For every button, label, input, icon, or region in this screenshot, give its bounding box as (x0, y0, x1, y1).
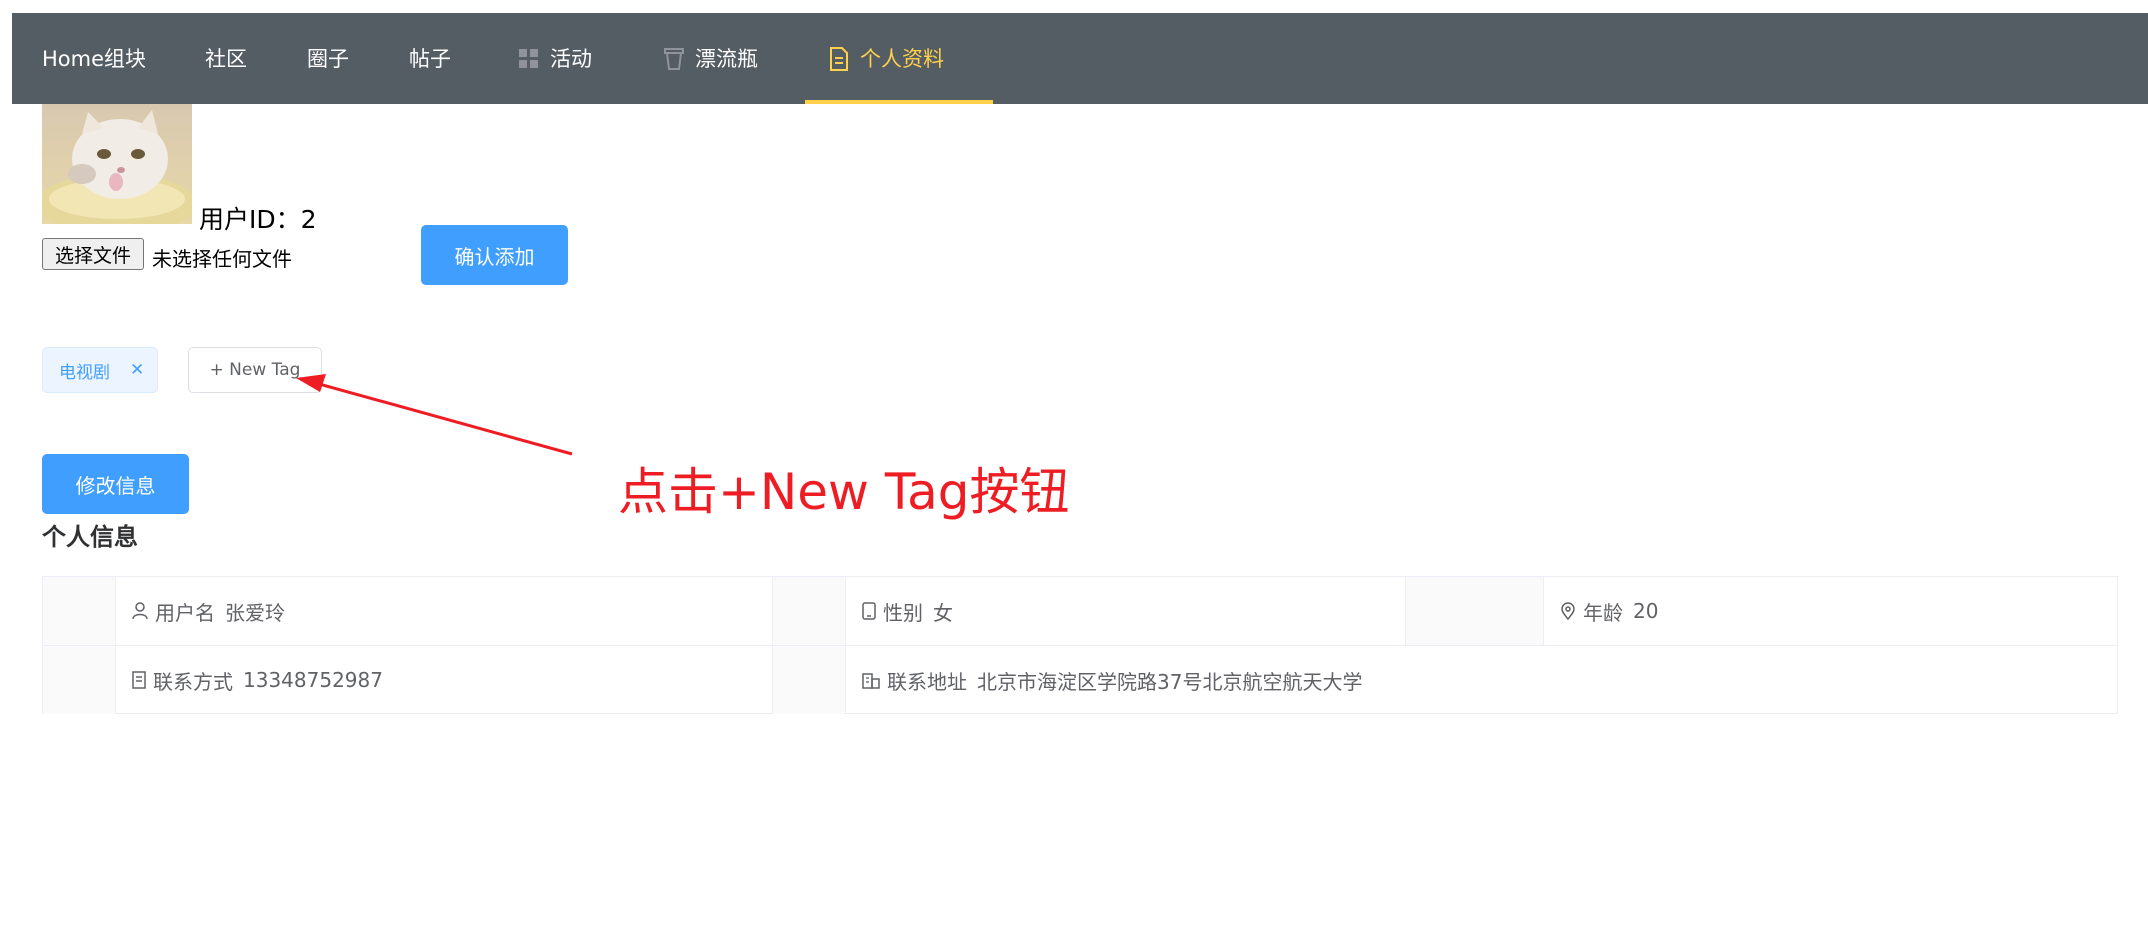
cell-label: 年龄 (1583, 600, 1623, 625)
cell-value: 张爱玲 (225, 600, 285, 625)
location-icon (1560, 602, 1576, 620)
cell-value: 北京市海淀区学院路37号北京航空航天大学 (977, 669, 1363, 694)
cell-label: 性别 (883, 600, 923, 625)
cell-value: 20 (1633, 599, 1659, 623)
annotation-text: 点击+New Tag按钮 (618, 463, 1070, 521)
table-label-cell (43, 646, 116, 714)
personal-info-table: 用户名 张爱玲 性别 女 年龄 20 联系方式 13348752987 联系地址… (42, 576, 2118, 714)
table-label-cell (1406, 577, 1544, 646)
cell-value: 13348752987 (243, 668, 383, 692)
tickets-icon (132, 671, 146, 689)
table-cell-address: 联系地址 北京市海淀区学院路37号北京航空航天大学 (846, 646, 2117, 714)
cell-label: 联系方式 (153, 669, 233, 694)
table-label-cell (773, 577, 846, 646)
table-cell-contact: 联系方式 13348752987 (116, 646, 773, 714)
table-cell-gender: 性别 女 (846, 577, 1406, 646)
table-label-cell (773, 646, 846, 714)
office-building-icon (862, 671, 880, 689)
edit-info-button[interactable]: 修改信息 (42, 454, 189, 514)
table-cell-username: 用户名 张爱玲 (116, 577, 773, 646)
cell-label: 联系地址 (887, 669, 967, 694)
user-icon (132, 602, 148, 620)
annotation-arrow (296, 374, 573, 456)
table-label-cell (43, 577, 116, 646)
mobile-icon (862, 602, 876, 620)
cell-label: 用户名 (155, 600, 215, 625)
table-cell-age: 年龄 20 (1544, 577, 2117, 646)
cell-value: 女 (933, 600, 953, 625)
section-title: 个人信息 (42, 523, 138, 551)
